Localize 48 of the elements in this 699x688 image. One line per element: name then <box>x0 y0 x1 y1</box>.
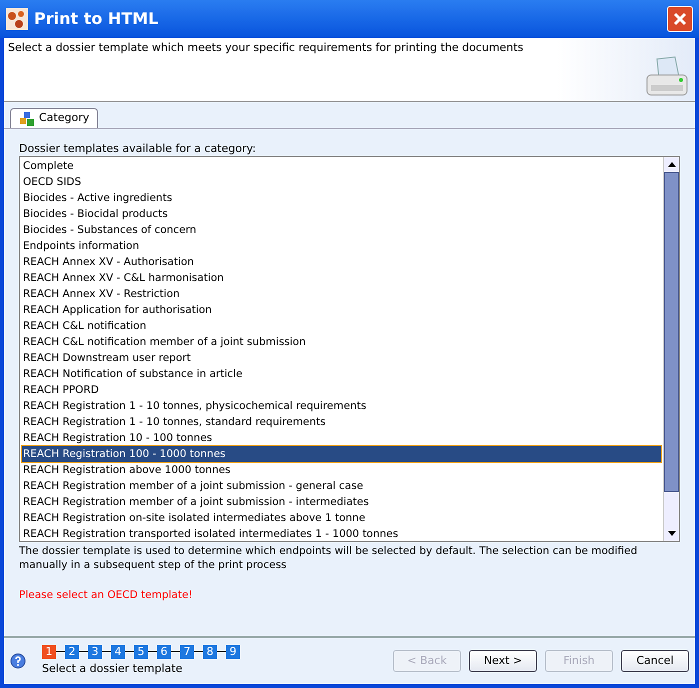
list-item[interactable]: Biocides - Active ingredients <box>22 190 661 206</box>
scrollbar[interactable] <box>663 157 679 541</box>
list-label: Dossier templates available for a category: <box>19 141 257 156</box>
step-marker: 4 <box>111 644 125 659</box>
list-item[interactable]: REACH Registration member of a joint submission - intermediates <box>22 494 661 510</box>
step-marker: 5 <box>134 644 148 659</box>
list-item[interactable]: REACH Annex XV - Authorisation <box>22 254 661 270</box>
close-icon <box>673 12 687 26</box>
list-item[interactable]: REACH Registration 1 - 10 tonnes, standard requirements <box>22 414 661 430</box>
window-title: Print to HTML <box>34 8 158 30</box>
list-item[interactable]: REACH Registration transported isolated intermediates 1 - 1000 tonnes <box>22 526 661 542</box>
list-item[interactable]: REACH Application for authorisation <box>22 302 661 318</box>
list-item[interactable]: REACH Registration 100 - 1000 tonnes <box>22 446 661 462</box>
list-item[interactable]: REACH C&L notification <box>22 318 661 334</box>
list-item[interactable]: REACH Annex XV - C&L harmonisation <box>22 270 661 286</box>
step-marker: 1 <box>42 644 56 659</box>
wizard-button[interactable]: Cancel <box>621 650 689 672</box>
list-item[interactable]: Endpoints information <box>22 238 661 254</box>
list-item[interactable]: Biocides - Substances of concern <box>22 222 661 238</box>
category-tab[interactable]: Category <box>10 108 98 128</box>
cubes-icon <box>19 110 35 126</box>
step-marker: 7 <box>180 644 194 659</box>
list-item[interactable]: REACH Registration 10 - 100 tonnes <box>22 430 661 446</box>
step-marker: 6 <box>157 644 171 659</box>
help-icon[interactable] <box>10 653 26 669</box>
wizard-button[interactable]: Next > <box>469 650 537 672</box>
app-icon <box>6 8 28 30</box>
list-item[interactable]: REACH Annex XV - Restriction <box>22 286 661 302</box>
step-marker: 3 <box>88 644 102 659</box>
list-item[interactable]: REACH Notification of substance in article <box>22 366 661 382</box>
step-marker: 9 <box>226 644 240 659</box>
list-item[interactable]: Biocides - Biocidal products <box>22 206 661 222</box>
list-item[interactable]: REACH Registration member of a joint submission - general case <box>22 478 661 494</box>
list-item[interactable]: REACH Registration on-site isolated intermediates above 1 tonne <box>22 510 661 526</box>
description-text: The dossier template is used to determine which endpoints will be selected by default. The selection can be modified manually in a subsequent step of the print process <box>19 544 638 572</box>
header-text: Select a dossier template which meets your specific requirements for printing the documents <box>8 40 524 56</box>
list-item[interactable]: Complete <box>22 158 661 174</box>
step-caption: Select a dossier template <box>42 660 184 677</box>
list-item[interactable]: REACH Downstream user report <box>22 350 661 366</box>
error-message: Please select an OECD template! <box>19 588 194 603</box>
step-marker: 8 <box>203 644 217 659</box>
list-item[interactable]: REACH Registration 1 - 10 tonnes, physicochemical requirements <box>22 398 661 414</box>
list-item[interactable]: REACH PPORD <box>22 382 661 398</box>
list-item[interactable]: REACH C&L notification member of a joint submission <box>22 334 661 350</box>
close-button[interactable] <box>667 6 693 32</box>
list-item[interactable]: OECD SIDS <box>22 174 661 190</box>
list-item[interactable]: REACH Registration above 1000 tonnes <box>22 462 661 478</box>
step-marker: 2 <box>65 644 79 659</box>
